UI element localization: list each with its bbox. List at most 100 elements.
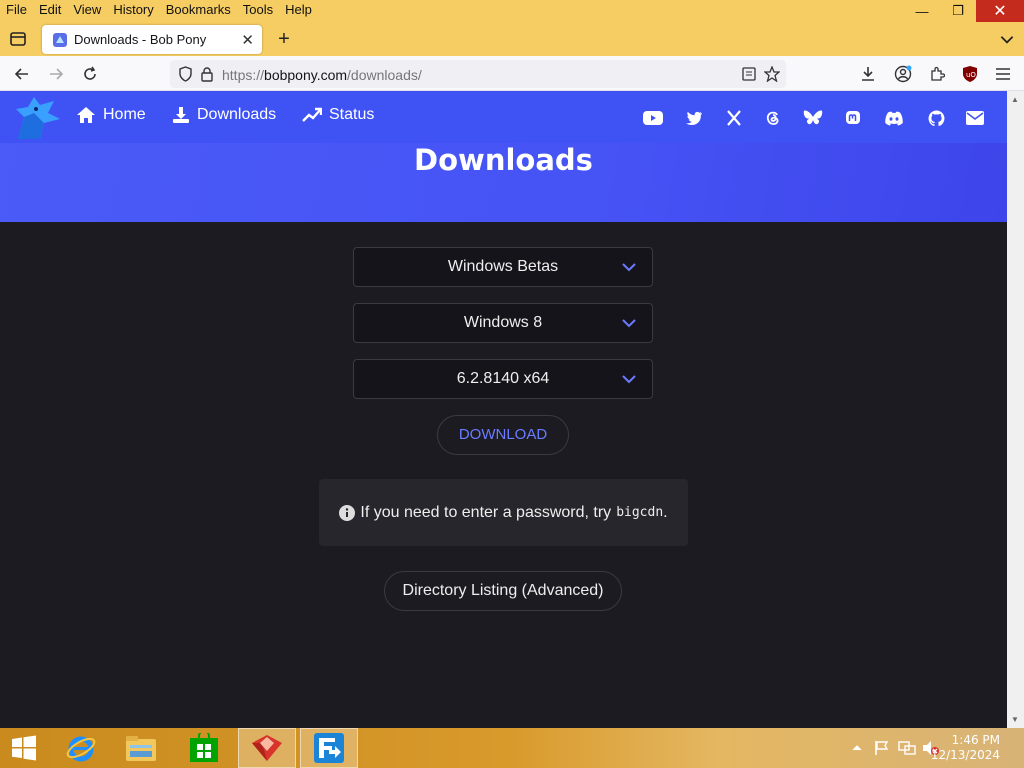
category-select-value: Windows Betas <box>447 258 559 275</box>
firefox-view-button[interactable] <box>6 28 30 50</box>
reload-button[interactable] <box>80 64 100 84</box>
app-icon <box>314 733 344 763</box>
downloads-button[interactable] <box>858 64 878 84</box>
tab-title: Downloads - Bob Pony <box>74 32 207 47</box>
build-select[interactable]: 6.2.8140 x64 <box>353 359 653 399</box>
build-select-value: 6.2.8140 x64 <box>456 370 550 387</box>
lock-icon[interactable] <box>200 66 214 82</box>
clock-time: 1:46 PM <box>951 733 1000 747</box>
network-button[interactable] <box>896 728 918 768</box>
youtube-link[interactable] <box>643 108 663 128</box>
tab-close-icon[interactable]: ✕ <box>241 31 254 49</box>
url-scheme: https:// <box>222 67 265 83</box>
page-scrollbar[interactable]: ▲ ▼ <box>1007 91 1024 728</box>
url-path: /downloads/ <box>347 67 422 83</box>
menu-edit[interactable]: Edit <box>33 0 67 20</box>
threads-link[interactable] <box>763 108 783 128</box>
arrow-right-icon <box>50 68 64 80</box>
nav-downloads-label: Downloads <box>197 106 277 123</box>
action-center-button[interactable] <box>872 728 892 768</box>
x-link[interactable] <box>724 108 744 128</box>
close-window-button[interactable]: ✕ <box>976 0 1024 22</box>
bluesky-icon <box>803 109 823 124</box>
menu-bar: File Edit View History Bookmarks Tools H… <box>0 0 318 20</box>
minimize-button[interactable]: — <box>904 0 940 22</box>
menu-bookmarks[interactable]: Bookmarks <box>160 0 237 20</box>
svg-text:uO: uO <box>966 71 976 79</box>
window-controls: — ❐ ✕ <box>904 0 1024 22</box>
chevron-down-icon <box>622 319 636 328</box>
flag-icon <box>875 741 889 755</box>
file-explorer-icon <box>126 736 156 761</box>
threads-icon <box>766 111 779 125</box>
nav-downloads-link[interactable]: Downloads <box>172 106 276 124</box>
app-menu-button[interactable] <box>993 64 1013 84</box>
forward-button[interactable] <box>46 64 66 84</box>
download-button[interactable]: DOWNLOAD <box>437 415 569 455</box>
bluesky-link[interactable] <box>803 108 823 128</box>
taskbar-file-explorer[interactable] <box>112 728 170 768</box>
notice-period: . <box>663 503 668 521</box>
account-button[interactable] <box>893 64 913 84</box>
menu-file[interactable]: File <box>0 0 33 20</box>
new-tab-button[interactable]: + <box>272 27 296 51</box>
show-hidden-icons-button[interactable] <box>848 728 866 768</box>
hero-banner: Home Downloads Status Downloads <box>0 91 1007 222</box>
github-link[interactable] <box>926 108 946 128</box>
tab-strip: Downloads - Bob Pony ✕ + <box>0 22 1024 56</box>
taskbar-app[interactable] <box>300 728 358 768</box>
x-icon <box>727 110 741 126</box>
twitter-link[interactable] <box>684 108 704 128</box>
menu-history[interactable]: History <box>107 0 159 20</box>
taskbar-clock[interactable]: 1:46 PM 12/13/2024 <box>931 733 1000 763</box>
mastodon-icon <box>846 111 860 124</box>
email-icon <box>966 111 984 125</box>
notice-text: If you need to enter a password, try <box>360 503 612 521</box>
restore-button[interactable]: ❐ <box>940 0 976 22</box>
menu-tools[interactable]: Tools <box>237 0 279 20</box>
menu-view[interactable]: View <box>67 0 107 20</box>
app-icon <box>252 735 282 761</box>
shield-icon[interactable] <box>178 66 193 82</box>
url-domain: bobpony.com <box>264 67 348 83</box>
extensions-button[interactable] <box>927 64 947 84</box>
network-icon <box>898 741 916 755</box>
scroll-down-icon[interactable]: ▼ <box>1011 715 1019 724</box>
page-title: Downloads <box>414 143 593 177</box>
tab-downloads[interactable]: Downloads - Bob Pony ✕ <box>42 25 262 54</box>
taskbar-internet-explorer[interactable] <box>52 728 110 768</box>
reader-view-icon[interactable] <box>742 67 756 81</box>
mastodon-link[interactable] <box>843 108 863 128</box>
ublock-button[interactable]: uO <box>960 64 980 84</box>
puzzle-icon <box>931 66 945 81</box>
home-icon <box>77 107 95 123</box>
bookmark-star-icon[interactable] <box>764 66 780 82</box>
scroll-up-icon[interactable]: ▲ <box>1011 95 1019 104</box>
nav-status-link[interactable]: Status <box>302 106 374 124</box>
arrow-left-icon <box>14 68 28 80</box>
menu-help[interactable]: Help <box>279 0 318 20</box>
discord-icon <box>885 111 903 125</box>
start-button[interactable] <box>0 728 48 768</box>
taskbar-firefox[interactable] <box>238 728 296 768</box>
product-select-value: Windows 8 <box>463 314 543 331</box>
category-select[interactable]: Windows Betas <box>353 247 653 287</box>
bob-pony-logo-icon[interactable] <box>10 95 64 143</box>
directory-listing-button[interactable]: Directory Listing (Advanced) <box>384 571 622 611</box>
clock-date: 12/13/2024 <box>930 748 1000 762</box>
address-bar[interactable]: https://bobpony.com/downloads/ <box>170 60 786 88</box>
twitter-icon <box>686 111 702 125</box>
download-icon <box>862 67 874 81</box>
nav-home-link[interactable]: Home <box>76 106 146 124</box>
page-content: Home Downloads Status Downloads Windows … <box>0 91 1007 728</box>
site-navbar: Home Downloads Status <box>0 91 1007 143</box>
email-link[interactable] <box>965 108 985 128</box>
youtube-icon <box>643 111 663 125</box>
taskbar-store[interactable] <box>175 728 233 768</box>
hamburger-menu-icon <box>996 68 1010 80</box>
product-select[interactable]: Windows 8 <box>353 303 653 343</box>
chevron-down-icon[interactable] <box>998 30 1016 48</box>
reload-icon <box>84 66 96 80</box>
discord-link[interactable] <box>884 108 904 128</box>
back-button[interactable] <box>12 64 32 84</box>
